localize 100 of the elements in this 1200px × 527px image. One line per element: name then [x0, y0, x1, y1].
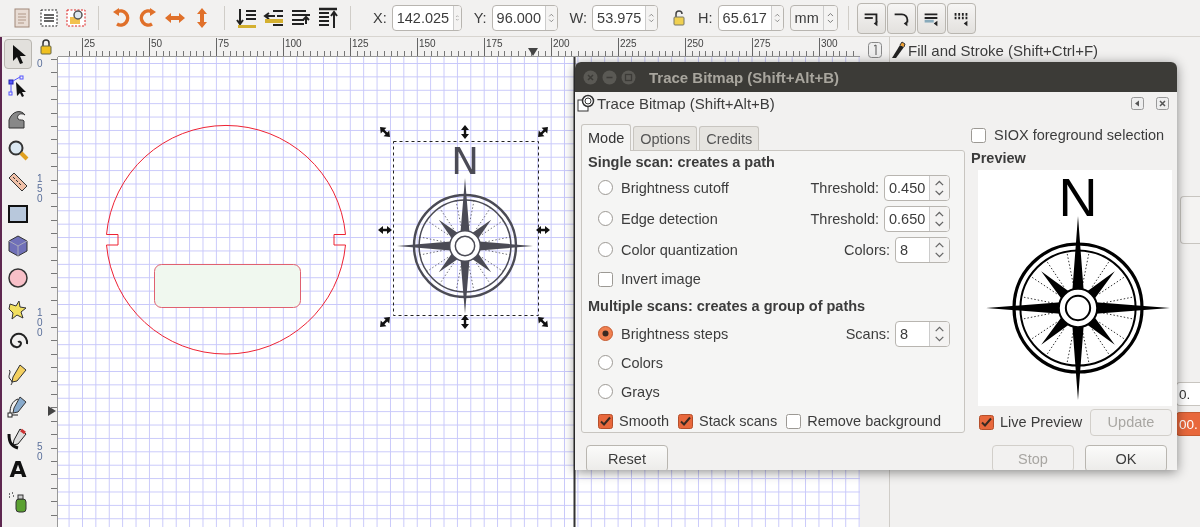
section-heading: Preview [971, 149, 1027, 168]
radio-label[interactable]: Color quantization [621, 241, 738, 258]
ellipse-tool-icon [6, 266, 30, 290]
ruler-label: 150 [37, 174, 43, 204]
ruler-label: 75 [216, 38, 230, 56]
snap-toggle-button[interactable] [946, 2, 976, 34]
number-field[interactable]: 96.000 [491, 5, 558, 31]
dock-tab-icon[interactable] [867, 42, 882, 58]
checkbox-label[interactable]: Smooth [619, 413, 669, 429]
field-label: X: [373, 10, 387, 26]
panel-title: Fill and Stroke (Shift+Ctrl+F) [908, 41, 1099, 59]
radio-label[interactable]: Brightness cutoff [621, 179, 729, 196]
radio-button[interactable] [598, 242, 613, 257]
lock-icon[interactable] [39, 39, 53, 55]
stepper-icon[interactable] [929, 175, 949, 200]
brush-icon [890, 41, 906, 59]
tab[interactable]: Mode [581, 124, 632, 151]
number-field[interactable]: 53.975 [592, 5, 659, 31]
number-field[interactable]: 142.025 [391, 5, 462, 31]
ruler-label: 125 [350, 38, 369, 56]
stepper-icon[interactable] [822, 6, 837, 30]
radio-label[interactable]: Colors [621, 354, 663, 371]
field-label: H: [698, 10, 713, 26]
ruler-marker-icon [48, 406, 56, 416]
snap-toggle-button[interactable] [886, 2, 916, 34]
box3d-tool-icon [6, 234, 30, 258]
selector-tool-button[interactable] [4, 39, 32, 69]
raise-to-top-icon[interactable] [316, 6, 340, 30]
radio-label[interactable]: Brightness steps [621, 325, 729, 342]
ruler-label: 50 [37, 442, 43, 462]
zoom-tool-icon [6, 138, 30, 162]
compass-label[interactable]: N [451, 140, 479, 183]
ruler-label: 200 [551, 38, 570, 56]
checkbox-label[interactable]: Live Preview [1000, 414, 1083, 430]
radio-button[interactable] [598, 384, 613, 399]
number-field[interactable]: 8 [895, 320, 950, 347]
number-field[interactable]: 8 [895, 236, 950, 263]
unit-dropdown[interactable]: mm [789, 5, 838, 31]
radio-label[interactable]: Edge detection [621, 210, 718, 227]
stepper-icon[interactable] [929, 206, 949, 231]
checkbox-label[interactable]: SIOX foreground selection [994, 127, 1165, 143]
radio-button[interactable] [598, 326, 613, 341]
checkbox[interactable] [678, 413, 693, 429]
resize-handle[interactable] [461, 125, 469, 139]
field-label: Y: [473, 10, 487, 26]
checkbox[interactable] [598, 413, 613, 429]
lower-to-bottom-icon[interactable] [235, 6, 259, 30]
resize-handle[interactable] [380, 317, 390, 327]
panel-title: Trace Bitmap (Shift+Alt+B) [597, 94, 776, 112]
text-tool[interactable]: A [4, 455, 32, 485]
ruler-label: 225 [618, 38, 637, 56]
radio-button[interactable] [598, 180, 613, 195]
radio-button[interactable] [598, 355, 613, 370]
ruler-label: 250 [685, 38, 704, 56]
measure-tool-icon [6, 170, 30, 194]
close-icon[interactable] [1156, 96, 1169, 110]
spray-tool-icon [6, 490, 30, 514]
snap-toggle-button[interactable] [916, 2, 946, 34]
resize-handle[interactable] [536, 226, 550, 234]
resize-handle[interactable] [378, 226, 392, 234]
ruler-label: 150 [417, 38, 436, 56]
window-title: Trace Bitmap (Shift+Alt+B) [649, 68, 840, 86]
checkbox[interactable] [971, 127, 986, 143]
resize-handle[interactable] [538, 127, 548, 137]
checkbox[interactable] [786, 413, 802, 429]
resize-handle[interactable] [380, 127, 390, 137]
value-field[interactable]: 0. [1176, 382, 1200, 406]
ruler-label: 300 [819, 38, 838, 56]
ok-button[interactable]: OK [1085, 445, 1167, 470]
tab[interactable]: Credits [699, 126, 760, 150]
number-field[interactable]: 65.617 [717, 5, 784, 31]
lock-icon[interactable] [672, 10, 687, 26]
rect-tool-icon [6, 202, 30, 226]
resize-handle[interactable] [461, 315, 469, 329]
radio-label[interactable]: Grays [621, 383, 660, 400]
checkbox[interactable] [979, 414, 994, 430]
stepper-icon[interactable] [929, 237, 949, 262]
ruler-label: 175 [484, 38, 503, 56]
radio-button[interactable] [598, 211, 613, 226]
reset-button[interactable]: Reset [586, 445, 668, 470]
checkbox-label[interactable]: Invert image [621, 271, 701, 287]
ruler-label: 275 [752, 38, 771, 56]
stepper-icon[interactable] [929, 321, 949, 346]
number-field[interactable]: 0.450 [884, 174, 950, 201]
ruler-label: 0 [37, 59, 43, 69]
ruler-label: 50 [149, 38, 163, 56]
collapse-icon[interactable] [1131, 96, 1144, 110]
zoom-selection-icon[interactable] [64, 6, 88, 30]
ruler-label: 100 [37, 308, 43, 338]
checkbox-label[interactable]: Stack scans [699, 413, 778, 429]
section-heading: Single scan: creates a path [588, 153, 776, 172]
ruler-label: 25 [82, 38, 96, 56]
field-label: W: [569, 10, 588, 26]
resize-handle[interactable] [538, 317, 548, 327]
checkbox[interactable] [598, 271, 613, 287]
rounded-rectangle-shape[interactable] [154, 264, 301, 308]
tab[interactable]: Options [633, 126, 698, 150]
ruler-label: 100 [283, 38, 302, 56]
snap-toggle-button[interactable] [856, 2, 886, 34]
number-field[interactable]: 0.650 [884, 205, 950, 232]
